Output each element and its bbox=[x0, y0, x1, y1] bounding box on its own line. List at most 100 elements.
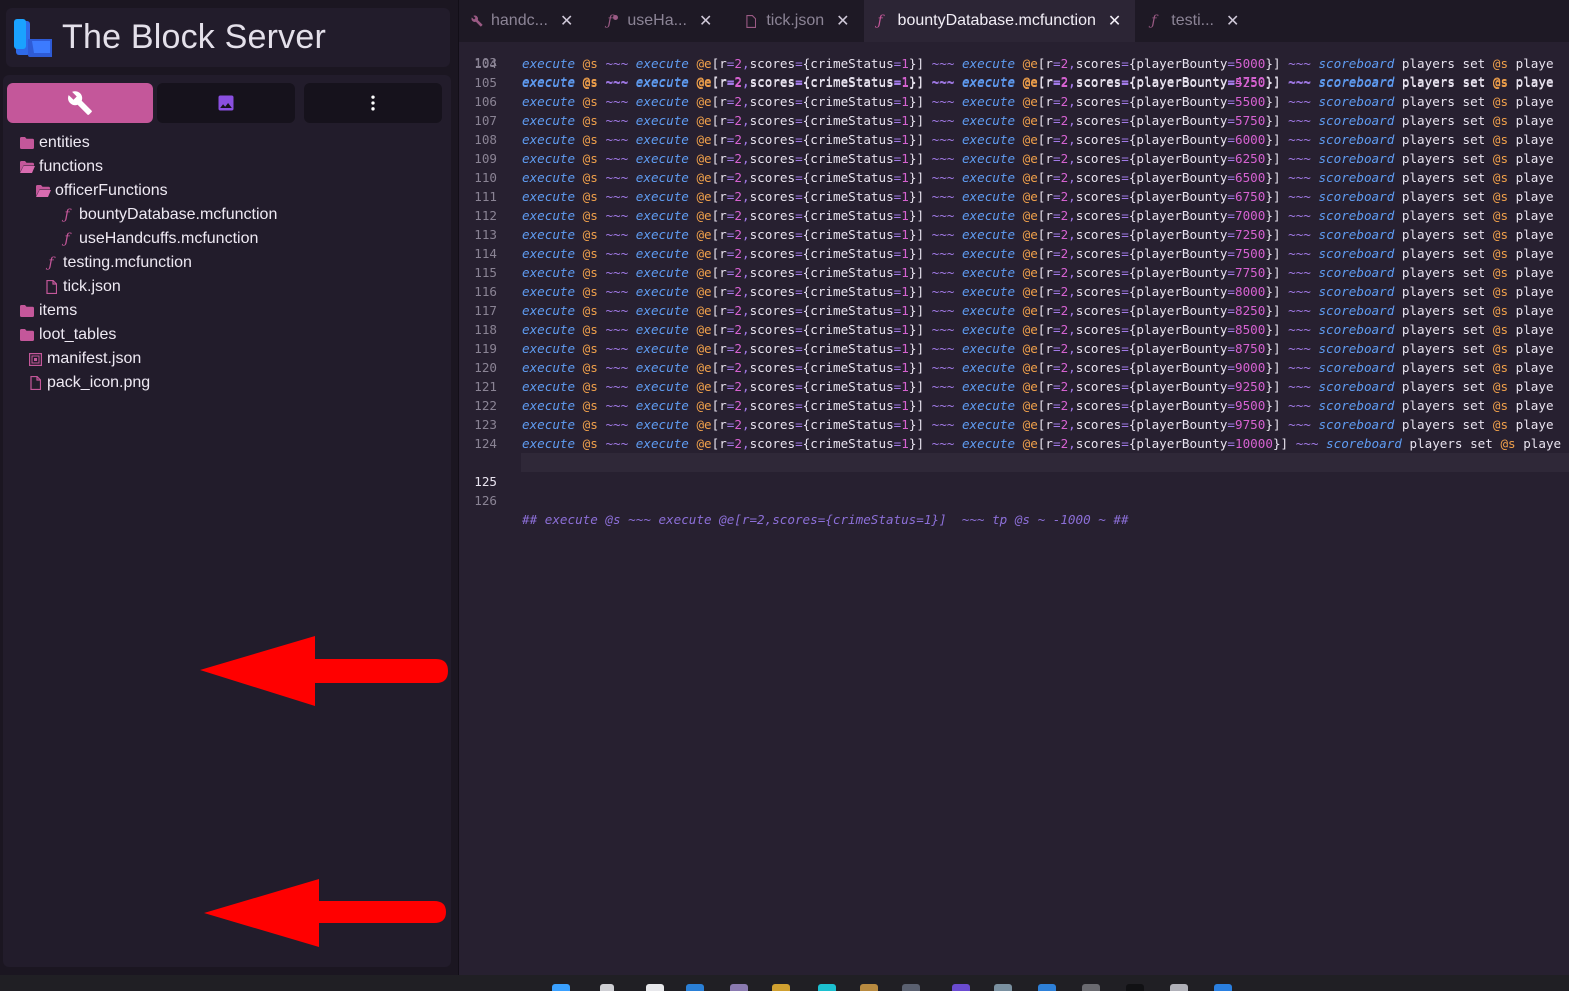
line-number: 106 bbox=[474, 94, 497, 109]
code-text: execute @s ~~~ execute @e[r=2,scores={cr… bbox=[522, 170, 1554, 185]
folder-icon bbox=[20, 137, 34, 149]
tab-testing[interactable]: ƒ testi... ✕ bbox=[1135, 0, 1253, 42]
tree-item-label: entities bbox=[39, 134, 90, 151]
tree-item-functions[interactable]: functions bbox=[3, 155, 451, 179]
tab-usehandcuffs[interactable]: ƒ useHa... ✕ bbox=[587, 0, 726, 42]
image-icon bbox=[218, 95, 234, 111]
folder-icon bbox=[20, 329, 34, 341]
code-text: execute @s ~~~ execute @e[r=2,scores={cr… bbox=[522, 189, 1554, 204]
tools-button[interactable] bbox=[7, 83, 153, 123]
code-text: execute @s ~~~ execute @e[r=2,scores={cr… bbox=[522, 113, 1554, 128]
app-icon[interactable] bbox=[1126, 984, 1144, 991]
app-header: The Block Server bbox=[6, 8, 450, 67]
editor: handc... ✕ ƒ useHa... ✕ tick.json ✕ ƒ bo… bbox=[458, 0, 1569, 975]
code-line: 122 execute @s ~~~ execute @e[r=2,scores=… bbox=[459, 396, 1569, 415]
function-icon: ƒ bbox=[64, 231, 70, 247]
code-text: execute @s ~~~ execute @e[r=2,scores={cr… bbox=[522, 284, 1554, 299]
code-line: 115 execute @s ~~~ execute @e[r=2,scores=… bbox=[459, 263, 1569, 282]
line-number: 120 bbox=[474, 360, 497, 375]
close-icon[interactable]: ✕ bbox=[560, 11, 573, 31]
code-line: 109 execute @s ~~~ execute @e[r=2,scores=… bbox=[459, 149, 1569, 168]
tree-item-label: testing.mcfunction bbox=[63, 254, 192, 271]
line-number: 108 bbox=[474, 132, 497, 147]
tree-item-pack-icon[interactable]: pack_icon.png bbox=[3, 371, 451, 395]
code-line: 114 execute @s ~~~ execute @e[r=2,scores=… bbox=[459, 244, 1569, 263]
app-icon[interactable] bbox=[1082, 984, 1100, 991]
wrench-icon bbox=[68, 91, 92, 115]
tree-item-label: useHandcuffs.mcfunction bbox=[79, 230, 259, 247]
folder-open-icon bbox=[19, 161, 35, 173]
app-icon[interactable] bbox=[1214, 984, 1232, 991]
app-icon[interactable] bbox=[952, 984, 970, 991]
line-number: 122 bbox=[474, 398, 497, 413]
app-icon[interactable] bbox=[1170, 984, 1188, 991]
tree-item-label: manifest.json bbox=[47, 350, 142, 367]
tree-item-manifest[interactable]: manifest.json bbox=[3, 347, 451, 371]
tab-bountydatabase[interactable]: ƒ bountyDatabase.mcfunction ✕ bbox=[863, 0, 1136, 42]
code-text: execute @s ~~~ execute @e[r=2,scores={cr… bbox=[522, 436, 1562, 451]
tree-item-bountydatabase[interactable]: ƒ bountyDatabase.mcfunction bbox=[3, 203, 451, 227]
wrench-icon bbox=[471, 15, 483, 27]
tree-item-label: functions bbox=[39, 158, 104, 175]
line-number: 107 bbox=[474, 113, 497, 128]
close-icon[interactable]: ✕ bbox=[1226, 11, 1239, 31]
line-number: 117 bbox=[474, 303, 497, 318]
sidebar: The Block Server entities functions offi… bbox=[0, 0, 458, 975]
tab-handcuffs[interactable]: handc... ✕ bbox=[459, 0, 587, 42]
taskbar bbox=[0, 975, 1569, 991]
tree-item-label: bountyDatabase.mcfunction bbox=[79, 206, 278, 223]
file-explorer-icon[interactable] bbox=[646, 984, 664, 991]
app-icon[interactable] bbox=[730, 984, 748, 991]
code-text: execute @s ~~~ execute @e[r=2,scores={cr… bbox=[522, 417, 1554, 432]
line-number: 121 bbox=[474, 379, 497, 394]
tree-item-label: loot_tables bbox=[39, 326, 117, 343]
line-number: 114 bbox=[474, 246, 497, 261]
tab-tick-json[interactable]: tick.json ✕ bbox=[726, 0, 863, 42]
line-number: 115 bbox=[474, 265, 497, 280]
windows-start-icon[interactable] bbox=[552, 984, 570, 991]
comment-text: ## execute @s ~~~ execute @e[r=2,scores=… bbox=[522, 512, 1129, 527]
function-icon: ƒ bbox=[48, 255, 54, 271]
tree-item-label: pack_icon.png bbox=[47, 374, 151, 391]
tree-item-tick-json[interactable]: tick.json bbox=[3, 275, 451, 299]
more-options-button[interactable] bbox=[304, 83, 442, 123]
code-editor[interactable]: 103 execute @s ~~~ execute @e[r=2,scores… bbox=[459, 42, 1569, 975]
tab-label: useHa... bbox=[627, 12, 687, 29]
app-icon[interactable] bbox=[1038, 984, 1056, 991]
code-text: execute @s ~~~ execute @e[r=2,scores={cr… bbox=[522, 379, 1554, 394]
annotation-arrow-lower bbox=[204, 879, 446, 947]
tree-item-items[interactable]: items bbox=[3, 299, 451, 323]
code-line-partial: 103 execute @s ~~~ execute @e[r=2,scores… bbox=[474, 55, 1554, 89]
code-text: execute @s ~~~ execute @e[r=2,scores={cr… bbox=[522, 341, 1554, 356]
tree-item-label: items bbox=[39, 302, 78, 319]
tree-item-usehandcuffs[interactable]: ƒ useHandcuffs.mcfunction bbox=[3, 227, 451, 251]
code-text: execute @s ~~~ execute @e[r=2,scores={cr… bbox=[522, 227, 1554, 242]
code-line: 108 execute @s ~~~ execute @e[r=2,scores=… bbox=[459, 130, 1569, 149]
image-button[interactable] bbox=[157, 83, 295, 123]
app-icon[interactable] bbox=[818, 984, 836, 991]
tab-label: handc... bbox=[491, 12, 548, 29]
close-icon[interactable]: ✕ bbox=[1108, 11, 1121, 31]
search-icon[interactable] bbox=[600, 984, 614, 991]
tree-item-officerfunctions[interactable]: officerFunctions bbox=[3, 179, 451, 203]
code-text: execute @s ~~~ execute @e[r=2,scores={cr… bbox=[522, 56, 1554, 71]
tree-item-entities[interactable]: entities bbox=[3, 131, 451, 155]
code-text: execute @s ~~~ execute @e[r=2,scores={cr… bbox=[522, 322, 1554, 337]
tree-item-loot-tables[interactable]: loot_tables bbox=[3, 323, 451, 347]
close-icon[interactable]: ✕ bbox=[836, 11, 849, 31]
app-icon[interactable] bbox=[902, 984, 920, 991]
code-text: execute @s ~~~ execute @e[r=2,scores={cr… bbox=[522, 94, 1554, 109]
function-icon: ƒ bbox=[64, 207, 70, 223]
code-text: execute @s ~~~ execute @e[r=2,scores={cr… bbox=[522, 398, 1554, 413]
tree-item-label: officerFunctions bbox=[55, 182, 168, 199]
close-icon[interactable]: ✕ bbox=[699, 11, 712, 31]
code-text: execute @s ~~~ execute @e[r=2,scores={cr… bbox=[522, 208, 1554, 223]
tree-item-testing[interactable]: ƒ testing.mcfunction bbox=[3, 251, 451, 275]
code-line: 113 execute @s ~~~ execute @e[r=2,scores=… bbox=[459, 225, 1569, 244]
modified-dot-icon bbox=[612, 14, 618, 20]
app-icon[interactable] bbox=[994, 984, 1012, 991]
app-icon[interactable] bbox=[772, 984, 790, 991]
app-icon[interactable] bbox=[860, 984, 878, 991]
code-line: 123 execute @s ~~~ execute @e[r=2,scores=… bbox=[459, 415, 1569, 434]
app-icon[interactable] bbox=[686, 984, 704, 991]
